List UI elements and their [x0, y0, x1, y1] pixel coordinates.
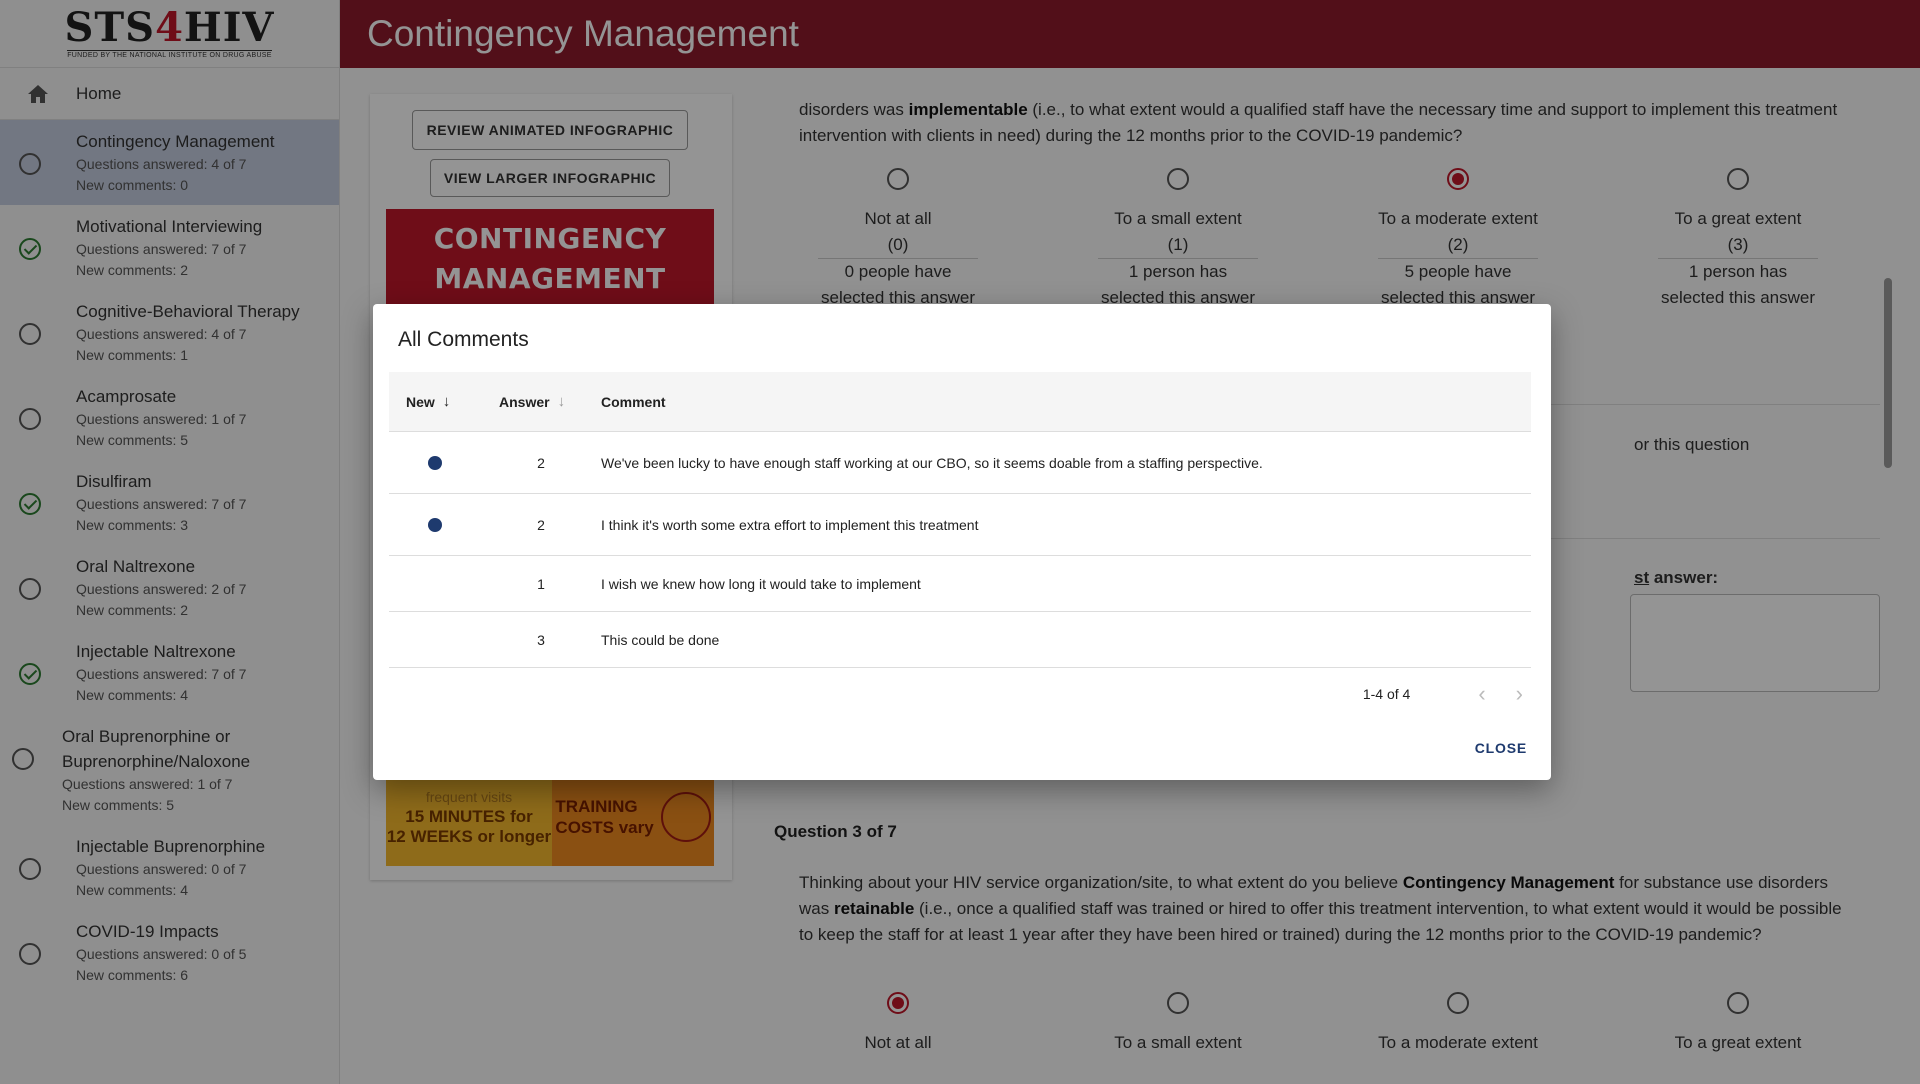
comment-cell: This could be done: [601, 631, 720, 648]
answer-cell: 2: [537, 516, 545, 533]
pagination: 1-4 of 4 ‹ ›: [1362, 683, 1523, 705]
previous-page-icon[interactable]: ‹: [1478, 683, 1485, 705]
table-body: 2 We've been lucky to have enough staff w…: [389, 432, 1531, 668]
table-row: 2 I think it's worth some extra effort to…: [389, 494, 1531, 556]
comment-cell: We've been lucky to have enough staff wo…: [601, 454, 1263, 471]
column-header-answer[interactable]: Answer ↓: [481, 393, 601, 410]
comments-table: New ↓ Answer ↓ Comment 2 We've been lucky t…: [389, 372, 1531, 668]
new-cell: [389, 517, 481, 532]
new-indicator-icon: [428, 517, 442, 532]
table-row: 1 I wish we knew how long it would take t…: [389, 556, 1531, 612]
answer-cell: 2: [537, 454, 545, 471]
answer-cell: 3: [537, 631, 545, 648]
new-cell: [389, 455, 481, 470]
new-indicator-icon: [428, 455, 442, 470]
dialog-title: All Comments: [398, 328, 529, 351]
sort-arrow-down-icon: ↓: [557, 393, 566, 410]
table-row: 3 This could be done: [389, 612, 1531, 668]
sort-arrow-down-icon: ↓: [442, 393, 451, 410]
close-button[interactable]: CLOSE: [1475, 740, 1527, 756]
column-header-new[interactable]: New ↓: [389, 393, 481, 410]
comment-cell: I think it's worth some extra effort to …: [601, 516, 979, 533]
all-comments-dialog: All Comments New ↓ Answer ↓ Comment 2 We've…: [373, 304, 1551, 780]
answer-cell: 1: [537, 575, 545, 592]
comment-cell: I wish we knew how long it would take to…: [601, 575, 921, 592]
pagination-range: 1-4 of 4: [1362, 686, 1411, 702]
column-header-comment: Comment: [601, 393, 666, 410]
table-header: New ↓ Answer ↓ Comment: [389, 372, 1531, 432]
next-page-icon[interactable]: ›: [1516, 683, 1523, 705]
table-row: 2 We've been lucky to have enough staff w…: [389, 432, 1531, 494]
